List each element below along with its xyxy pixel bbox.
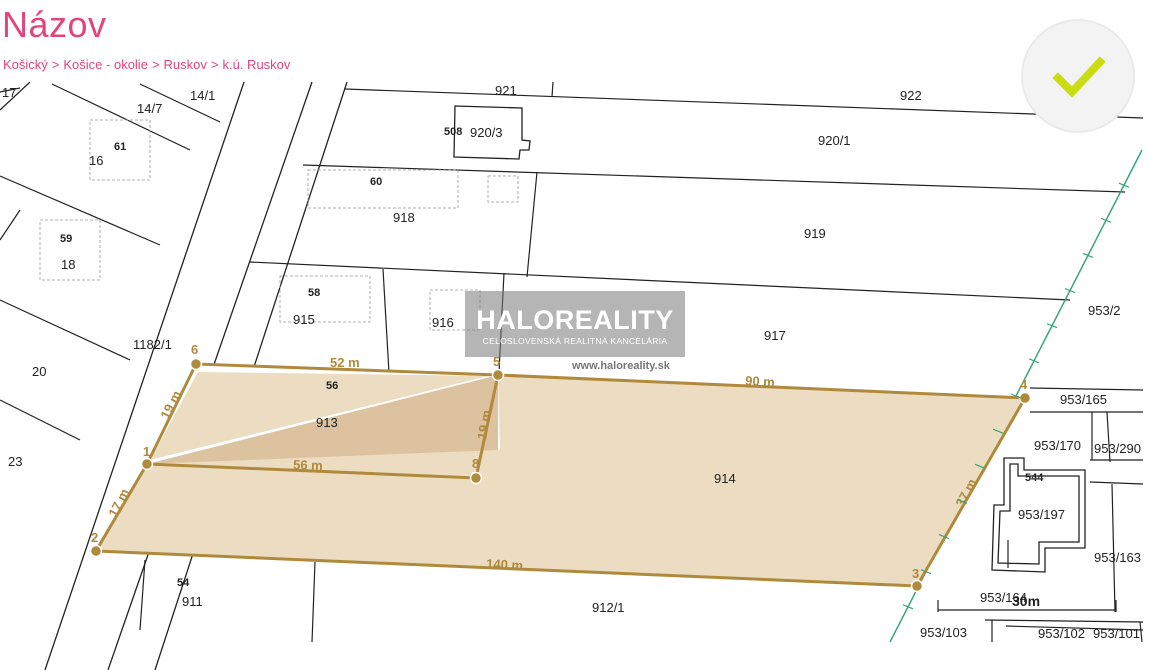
breadcrumb-district[interactable]: Košice - okolie: [63, 57, 148, 72]
plot-point-marker[interactable]: [910, 579, 924, 593]
building-number: 58: [308, 287, 320, 299]
plot-point-label: 2: [91, 530, 98, 545]
building-number: 60: [370, 176, 382, 188]
parcel-label: 953/165: [1060, 392, 1107, 407]
plot-point-label: 3: [912, 566, 919, 581]
parcel-label: 16: [89, 153, 103, 168]
parcel-label: 17: [2, 85, 16, 100]
parcel-label: 953/101: [1093, 626, 1140, 641]
verified-badge: [1021, 19, 1135, 133]
breadcrumb-region[interactable]: Košický: [3, 57, 48, 72]
parcel-label: 922: [900, 88, 922, 103]
parcel-label: 921: [495, 83, 517, 98]
plot-point-label: 1: [143, 444, 150, 459]
dimension-label: 90 m: [745, 373, 775, 390]
parcel-label: 917: [764, 328, 786, 343]
parcel-label: 916: [432, 315, 454, 330]
breadcrumb-village[interactable]: Ruskov: [164, 57, 207, 72]
plot-area: [96, 364, 1025, 586]
plot-point-marker[interactable]: [491, 368, 505, 382]
watermark-url: www.haloreality.sk: [572, 360, 670, 372]
dimension-label: 52 m: [330, 355, 360, 370]
parcel-label: 913: [316, 415, 338, 430]
breadcrumb-separator: >: [210, 57, 219, 72]
breadcrumb-cadastral-area[interactable]: k.ú. Ruskov: [222, 57, 290, 72]
parcel-label: 919: [804, 226, 826, 241]
parcel-label: 953/103: [920, 625, 967, 640]
parcel-label: 914: [714, 471, 736, 486]
plot-point-label: 6: [191, 342, 198, 357]
parcel-label: 953/290: [1094, 441, 1141, 456]
watermark-brand: HALOREALITY: [476, 305, 674, 335]
dimension-label: 56 m: [293, 457, 323, 473]
parcel-label: 18: [61, 257, 75, 272]
parcel-label: 953/2: [1088, 303, 1121, 318]
parcel-label: 1182/1: [133, 337, 172, 352]
breadcrumb-separator: >: [151, 57, 160, 72]
dimension-label: 140 m: [486, 556, 524, 573]
plot-point-marker[interactable]: [1018, 391, 1032, 405]
badge-background: [1021, 19, 1135, 133]
parcel-label: 920/1: [818, 133, 851, 148]
parcel-label: 20: [32, 364, 46, 379]
plot-point-marker[interactable]: [140, 457, 154, 471]
parcel-label: 953/170: [1034, 438, 1081, 453]
building-number: 61: [114, 141, 126, 153]
watermark-subtitle: CELOSLOVENSKÁ REALITNÁ KANCELÁRIA: [482, 336, 668, 346]
cadastral-map[interactable]: 1714/714/1 921 922920/3920/11691891918915 9…: [0, 82, 1150, 670]
parcel-label: 911: [182, 594, 203, 609]
building-number: 56: [326, 380, 338, 392]
parcel-label: 14/1: [190, 88, 215, 103]
parcel-label: 14/7: [137, 101, 162, 116]
page-title: Názov: [2, 4, 107, 45]
plot-point-marker[interactable]: [189, 357, 203, 371]
building-number: 508: [444, 126, 462, 138]
scale-label: 30m: [1012, 593, 1040, 609]
plot-point-marker[interactable]: [89, 544, 103, 558]
parcel-label: 912/1: [592, 600, 625, 615]
parcel-label: 953/197: [1018, 507, 1065, 522]
building-number: 544: [1025, 472, 1044, 484]
parcel-label: 918: [393, 210, 415, 225]
parcel-label: 953/102: [1038, 626, 1085, 641]
plot-point-marker[interactable]: [469, 471, 483, 485]
plot-point-label: 8: [472, 456, 479, 471]
plot-point-label: 4: [1020, 377, 1028, 392]
building-number: 54: [177, 577, 190, 589]
breadcrumb-separator: >: [51, 57, 60, 72]
parcel-label: 915: [293, 312, 315, 327]
parcel-label: 23: [8, 454, 22, 469]
breadcrumb: Košický > Košice - okolie > Ruskov > k.ú. Rusk…: [3, 57, 290, 72]
watermark-box: HALOREALITY CELOSLOVENSKÁ REALITNÁ KANCE…: [465, 291, 685, 357]
parcel-label: 920/3: [470, 125, 503, 140]
building-number: 59: [60, 233, 72, 245]
parcel-label: 953/163: [1094, 550, 1141, 565]
